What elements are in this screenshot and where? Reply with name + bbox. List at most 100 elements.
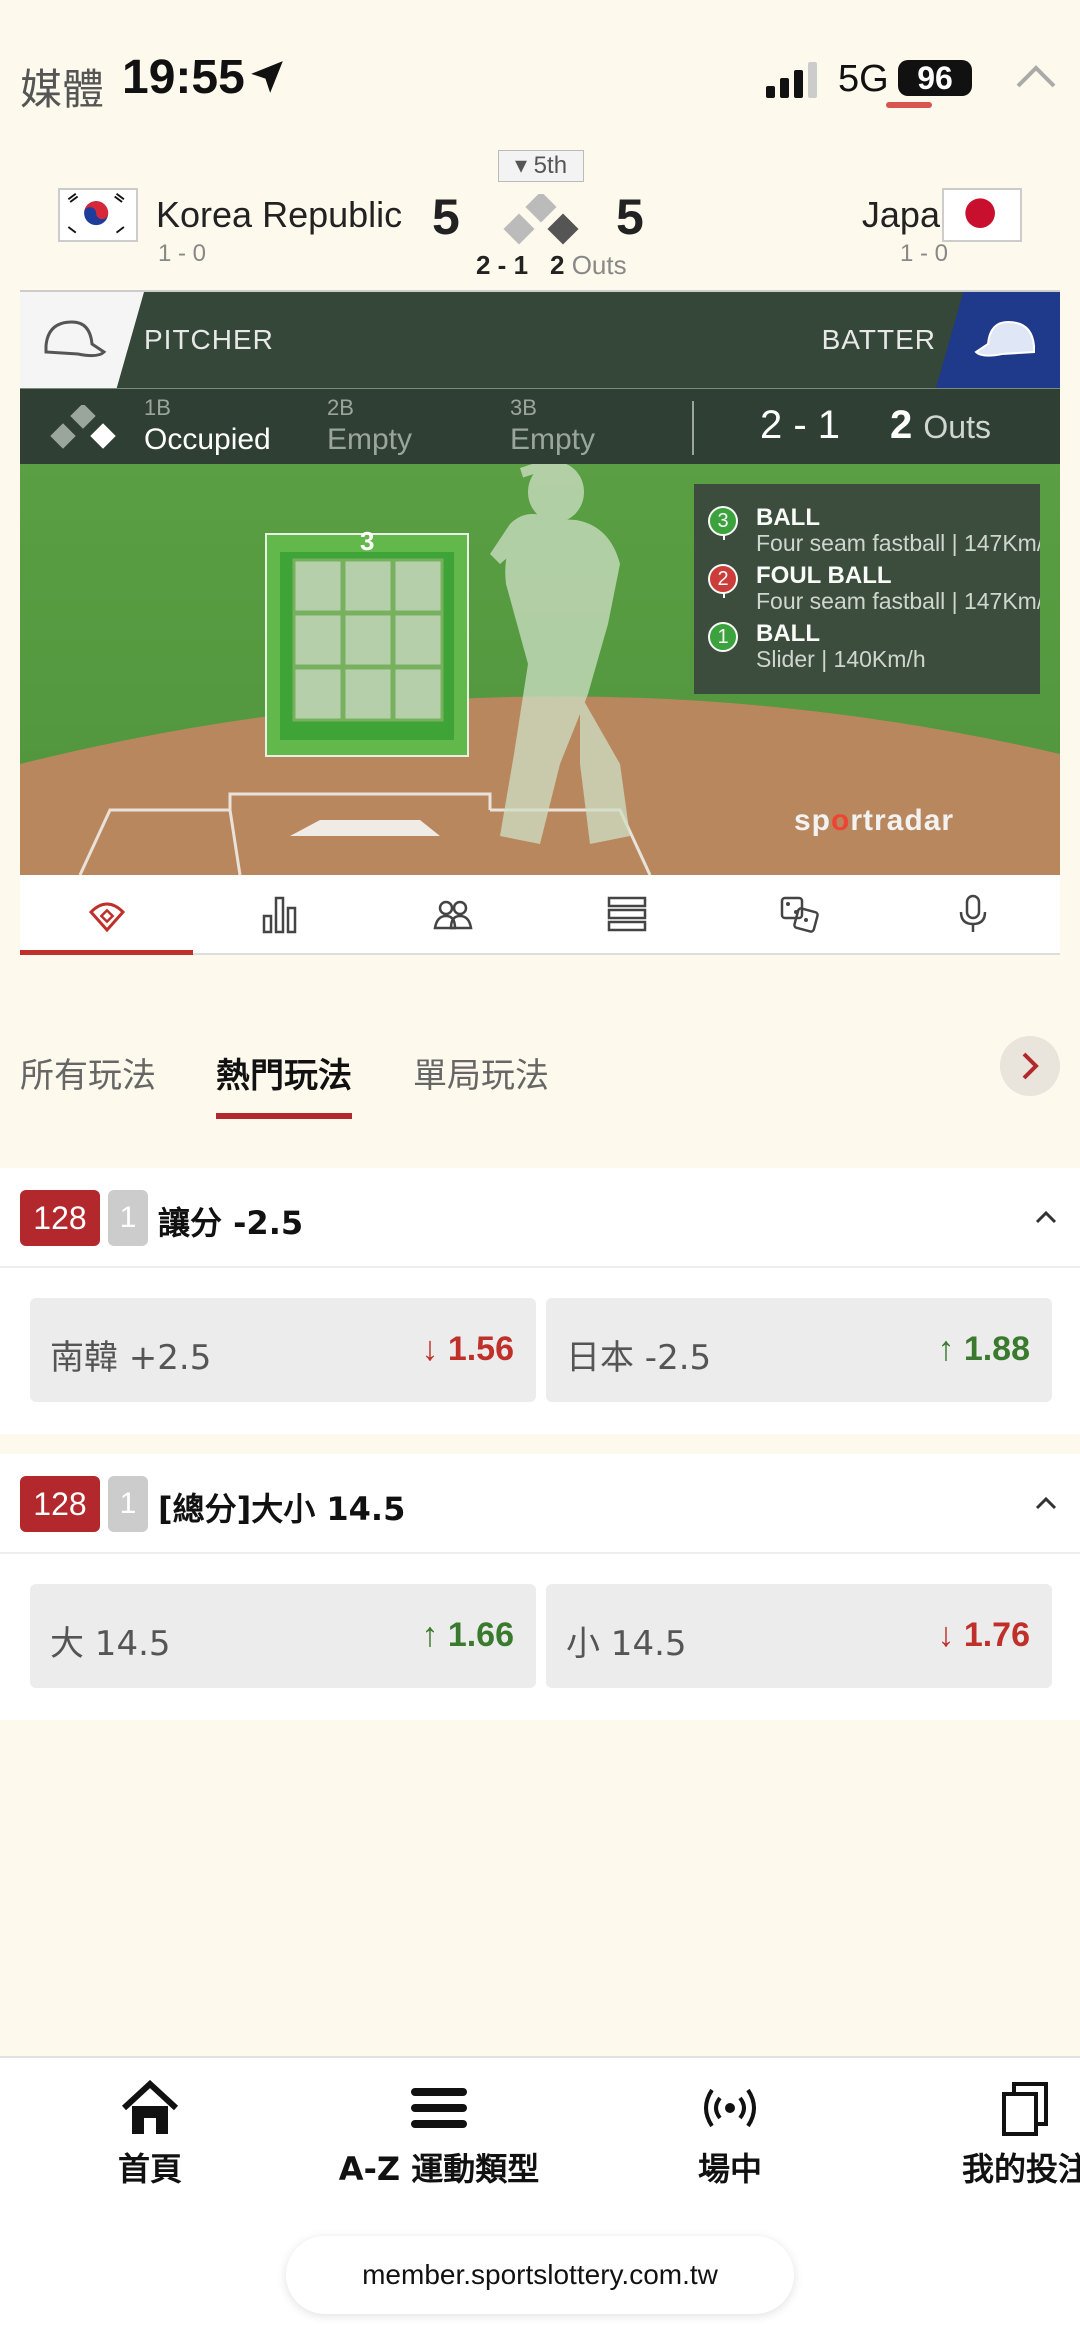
odds-value: ↓ 1.76 xyxy=(937,1616,1030,1654)
batter-helmet-icon xyxy=(974,320,1035,357)
nav-label: 首頁 xyxy=(117,2150,182,2188)
carrier-label: 媒體 xyxy=(20,65,105,114)
market-header[interactable]: 128 1 讓分 -2.5 xyxy=(0,1168,1080,1268)
odds-button[interactable]: 南韓 +2.5 ↓ 1.56 xyxy=(30,1298,536,1402)
collapse-chevron-icon[interactable] xyxy=(1014,62,1058,90)
period-badge: ▾ 5th xyxy=(498,150,584,182)
field-visualization: 3 3 BALL Four seam fastball | 147Km/h 2 … xyxy=(20,464,1060,875)
away-team-record: 1 - 0 xyxy=(899,240,948,267)
market-sub-badge: 1 xyxy=(108,1476,148,1532)
more-tabs-button[interactable] xyxy=(1000,1036,1060,1096)
signal-icon xyxy=(766,62,817,98)
pitcher-cap-icon xyxy=(44,320,107,358)
market-count-badge: 128 xyxy=(20,1190,100,1246)
home-team-name: Korea Republic xyxy=(156,194,403,235)
widget-icon-tabs xyxy=(20,875,1060,955)
chevron-up-icon[interactable] xyxy=(1034,1494,1058,1512)
pitch-number-badge: 3 xyxy=(708,506,738,536)
pitch-number-badge: 1 xyxy=(708,622,738,652)
bottom-navigation: 首頁 A-Z 運動類型 場中 我的投注 member.sportslottery… xyxy=(0,2056,1080,2347)
batter-label: BATTER xyxy=(821,324,936,355)
pitcher-label: PITCHER xyxy=(144,324,274,355)
logo-part: rtradar xyxy=(850,804,955,837)
odds-label: 小 14.5 xyxy=(566,1624,687,1664)
pitch-detail: Four seam fastball | 147Km/h xyxy=(756,588,1040,614)
lineup-icon xyxy=(433,900,473,930)
base-status: Empty xyxy=(510,423,596,456)
pitch-detail: Four seam fastball | 147Km/h xyxy=(756,530,1040,556)
pitch-item: 3 BALL Four seam fastball | 147Km/h xyxy=(694,502,1040,560)
bases-status-bar: 1B Occupied 2B Empty 3B Empty 2 - 1 2 Outs xyxy=(20,388,1060,464)
pitch-item: 1 BALL Slider | 140Km/h xyxy=(694,618,1040,676)
header-outs: 2 Outs xyxy=(550,250,627,281)
outs-count: 2 Outs xyxy=(890,403,991,448)
batter-cap-panel xyxy=(936,292,1060,388)
market-title: 讓分 -2.5 xyxy=(158,1204,304,1242)
tab-list[interactable] xyxy=(540,875,713,953)
bets-icon xyxy=(1002,2082,1048,2136)
tab-popular-markets[interactable]: 熱門玩法 xyxy=(216,1048,352,1119)
odds-button[interactable]: 大 14.5 ↑ 1.66 xyxy=(30,1584,536,1688)
base-status: Occupied xyxy=(144,423,271,456)
microphone-icon xyxy=(960,894,987,932)
list-icon xyxy=(607,896,646,932)
location-arrow-icon xyxy=(251,61,283,93)
base-label: 3B xyxy=(510,395,537,420)
battery-low-indicator xyxy=(886,102,932,108)
address-bar[interactable]: member.sportslottery.com.tw xyxy=(286,2236,794,2314)
base-status: Empty xyxy=(327,423,413,456)
japan-flag-icon xyxy=(942,188,1022,242)
network-label: 5G xyxy=(838,58,889,100)
tab-all-markets[interactable]: 所有玩法 xyxy=(20,1048,156,1097)
nav-my-bets[interactable]: 我的投注 xyxy=(946,2080,1080,2190)
match-header: ▾ 5th Korea Republic 1 - 0 5 2 - 1 2 Out… xyxy=(20,140,1060,290)
nav-home[interactable]: 首頁 xyxy=(105,2080,195,2190)
market-header[interactable]: 128 1 [總分]大小 14.5 xyxy=(0,1454,1080,1554)
nav-az-sports[interactable]: A-Z 運動類型 xyxy=(334,2080,544,2190)
first-base-status: 1B Occupied xyxy=(144,395,271,457)
sportradar-logo: sportradar xyxy=(794,804,954,838)
odds-button[interactable]: 日本 -2.5 ↑ 1.88 xyxy=(546,1298,1052,1402)
menu-icon xyxy=(411,2088,467,2128)
odds-value: ↓ 1.56 xyxy=(421,1330,514,1368)
clock: 19:55 xyxy=(122,51,245,104)
market-total: 128 1 [總分]大小 14.5 大 14.5 ↑ 1.66 小 14.5 ↓… xyxy=(0,1454,1080,1720)
header-outs-label: Outs xyxy=(571,250,627,280)
odds-label: 南韓 +2.5 xyxy=(50,1338,212,1378)
away-score: 5 xyxy=(616,189,644,245)
chevron-up-icon[interactable] xyxy=(1034,1208,1058,1226)
odds-button[interactable]: 小 14.5 ↓ 1.76 xyxy=(546,1584,1052,1688)
pitch-item: 2 FOUL BALL Four seam fastball | 147Km/h xyxy=(694,560,1040,618)
tab-inning-markets[interactable]: 單局玩法 xyxy=(413,1048,549,1097)
tab-dice[interactable] xyxy=(713,875,886,953)
status-bar: 媒體 19:55 5G 96 xyxy=(0,0,1080,160)
pitch-log-panel: 3 BALL Four seam fastball | 147Km/h 2 FO… xyxy=(694,484,1040,694)
tab-stats[interactable] xyxy=(193,875,366,953)
period-label: 5th xyxy=(533,152,568,179)
second-base-status: 2B Empty xyxy=(327,395,412,457)
pitch-detail: Slider | 140Km/h xyxy=(756,646,926,672)
chevron-right-icon xyxy=(1022,1052,1039,1080)
market-sub-badge: 1 xyxy=(108,1190,148,1246)
tab-lineup[interactable] xyxy=(367,875,540,953)
pitch-result: FOUL BALL xyxy=(756,562,892,589)
home-team-record: 1 - 0 xyxy=(158,240,207,267)
ball-strike-count: 2 - 1 xyxy=(760,403,841,447)
bases-diamond-icon xyxy=(503,194,579,245)
nav-live[interactable]: 場中 xyxy=(680,2080,780,2190)
pitch-result: BALL xyxy=(756,620,820,647)
tab-commentary[interactable] xyxy=(887,875,1060,953)
pitch-tracker-widget: PITCHER BATTER 1B Occupied 2B Empty 3B Empt… xyxy=(20,290,1060,875)
outs-value: 2 xyxy=(890,403,913,447)
pitcher-cap-panel xyxy=(20,292,144,388)
dice-icon xyxy=(780,896,819,933)
header-outs-value: 2 xyxy=(550,250,565,280)
nav-label: 我的投注 xyxy=(961,2150,1080,2188)
odds-label: 大 14.5 xyxy=(50,1624,171,1664)
market-handicap: 128 1 讓分 -2.5 南韓 +2.5 ↓ 1.56 日本 -2.5 ↑ 1… xyxy=(0,1168,1080,1434)
market-title: [總分]大小 14.5 xyxy=(158,1490,406,1528)
baseball-field-icon xyxy=(88,902,125,933)
market-count-badge: 128 xyxy=(20,1476,100,1532)
tab-field[interactable] xyxy=(20,875,194,955)
nav-label: A-Z 運動類型 xyxy=(338,2150,540,2188)
